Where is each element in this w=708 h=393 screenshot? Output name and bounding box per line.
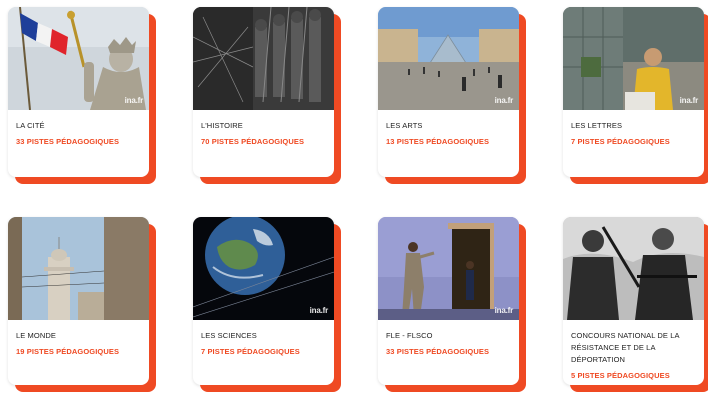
- card-thumbnail[interactable]: [193, 7, 334, 110]
- card-thumbnail[interactable]: ina.fr: [193, 217, 334, 320]
- card-count: 33 PISTES PÉDAGOGIQUES: [16, 137, 120, 146]
- card-count: 19 PISTES PÉDAGOGIQUES: [16, 347, 120, 356]
- card-title: LE MONDE: [16, 331, 56, 340]
- card-fle-flsco[interactable]: ina.fr FLE - FLSCO 33 PISTES PÉDAGOGIQUE…: [378, 217, 519, 385]
- card-thumbnail[interactable]: ina.fr: [563, 7, 704, 110]
- card-count: 5 PISTES PÉDAGOGIQUES: [571, 371, 670, 380]
- card-le-monde[interactable]: LE MONDE 19 PISTES PÉDAGOGIQUES: [8, 217, 149, 385]
- card-les-arts[interactable]: ina.fr LES ARTS 13 PISTES PÉDAGOGIQUES: [378, 7, 519, 177]
- stage-image: [378, 217, 519, 320]
- card-l-histoire[interactable]: L'HISTOIRE 70 PISTES PÉDAGOGIQUES: [193, 7, 334, 177]
- card-la-cite[interactable]: ina.fr LA CITÉ 33 PISTES PÉDAGOGIQUES: [8, 7, 149, 177]
- card-count: 7 PISTES PÉDAGOGIQUES: [201, 347, 300, 356]
- card-title: LES ARTS: [386, 121, 423, 130]
- soldiers-image: [193, 7, 334, 110]
- woman-office-image: [563, 7, 704, 110]
- card-les-sciences[interactable]: ina.fr LES SCIENCES 7 PISTES PÉDAGOGIQUE…: [193, 217, 334, 385]
- card-thumbnail[interactable]: ina.fr: [378, 217, 519, 320]
- card-thumbnail[interactable]: [563, 217, 704, 320]
- card-count: 13 PISTES PÉDAGOGIQUES: [386, 137, 490, 146]
- ina-watermark: ina.fr: [494, 306, 514, 315]
- statue-flag-image: [8, 7, 149, 110]
- ina-watermark: ina.fr: [124, 96, 144, 105]
- minaret-image: [8, 217, 149, 320]
- card-title: L'HISTOIRE: [201, 121, 243, 130]
- card-count: 7 PISTES PÉDAGOGIQUES: [571, 137, 670, 146]
- ina-watermark: ina.fr: [309, 306, 329, 315]
- card-title: LES LETTRES: [571, 121, 623, 130]
- ina-watermark: ina.fr: [679, 96, 699, 105]
- card-thumbnail[interactable]: [8, 217, 149, 320]
- ina-watermark: ina.fr: [494, 96, 514, 105]
- card-title: FLE - FLSCO: [386, 331, 433, 340]
- card-concours-national[interactable]: CONCOURS NATIONAL DE LA RÉSISTANCE ET DE…: [563, 217, 704, 385]
- card-count: 33 PISTES PÉDAGOGIQUES: [386, 347, 490, 356]
- resistance-image: [563, 217, 704, 320]
- earth-image: [193, 217, 334, 320]
- card-thumbnail[interactable]: ina.fr: [8, 7, 149, 110]
- card-title: LES SCIENCES: [201, 331, 257, 340]
- card-les-lettres[interactable]: ina.fr LES LETTRES 7 PISTES PÉDAGOGIQUES: [563, 7, 704, 177]
- card-title: LA CITÉ: [16, 121, 45, 130]
- theme-grid: ina.fr LA CITÉ 33 PISTES PÉDAGOGIQUES L'…: [0, 0, 708, 393]
- louvre-image: [378, 7, 519, 110]
- card-count: 70 PISTES PÉDAGOGIQUES: [201, 137, 305, 146]
- card-thumbnail[interactable]: ina.fr: [378, 7, 519, 110]
- card-title: CONCOURS NATIONAL DE LA RÉSISTANCE ET DE…: [571, 331, 680, 364]
